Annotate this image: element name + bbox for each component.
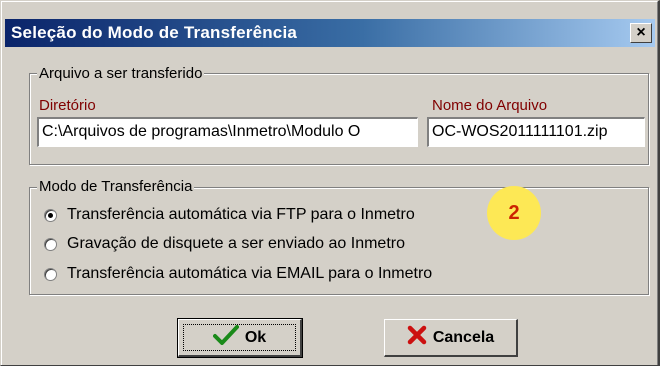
title-bar[interactable]: Seleção do Modo de Transferência × (5, 19, 655, 47)
nome-arquivo-field[interactable]: OC-WOS2011111101.zip (427, 117, 645, 147)
radio-option-label: Gravação de disquete a ser enviado ao In… (67, 235, 405, 252)
dialog-window: Seleção do Modo de Transferência × Arqui… (0, 0, 660, 366)
ok-button[interactable]: Ok (177, 318, 303, 358)
radio-option-label: Transferência automática via EMAIL para … (67, 265, 433, 282)
radio-button[interactable] (44, 237, 57, 251)
diretorio-label: Diretório (39, 97, 96, 114)
radio-option-ftp[interactable]: Transferência automática via FTP para o … (44, 204, 415, 226)
cancel-button[interactable]: Cancela (384, 319, 518, 357)
close-icon: × (636, 24, 646, 41)
radio-option-label: Transferência automática via FTP para o … (67, 206, 415, 223)
diretorio-field[interactable]: C:\Arquivos de programas\Inmetro\Modulo … (37, 117, 418, 147)
radio-button[interactable] (44, 267, 57, 281)
radio-button[interactable] (44, 208, 57, 222)
radio-option-email[interactable]: Transferência automática via EMAIL para … (44, 263, 432, 285)
radio-option-disquete[interactable]: Gravação de disquete a ser enviado ao In… (44, 233, 405, 255)
annotation-badge: 2 (487, 186, 541, 240)
close-button[interactable]: × (630, 23, 652, 43)
focus-rect (183, 324, 296, 351)
cancel-button-label: Cancela (432, 328, 495, 346)
nome-arquivo-label: Nome do Arquivo (432, 97, 548, 114)
window-title: Seleção do Modo de Transferência (11, 23, 298, 42)
radio-selected-dot (48, 212, 53, 218)
x-icon (407, 325, 427, 350)
arquivo-group-legend: Arquivo a ser transferido (37, 65, 205, 82)
modo-group-legend: Modo de Transferência (37, 178, 195, 195)
